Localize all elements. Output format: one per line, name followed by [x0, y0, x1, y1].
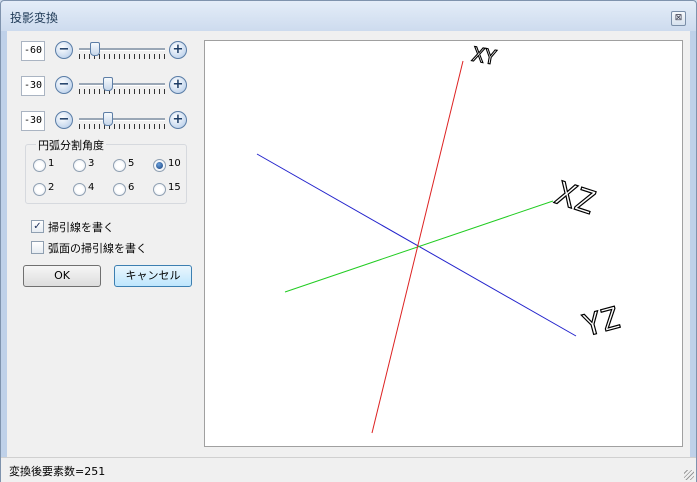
radio-dot	[153, 159, 166, 172]
checkbox-box: ✓	[31, 220, 44, 233]
close-button[interactable]: ⊠	[671, 11, 686, 26]
rotation-slider-1: -60 − +	[21, 41, 191, 63]
radio-label: 2	[48, 182, 55, 193]
radio-label: 1	[48, 158, 55, 169]
radio-dot	[73, 183, 86, 196]
slider-track-3[interactable]	[79, 118, 165, 121]
slider-ticks-2	[79, 89, 165, 94]
red-axis	[371, 60, 464, 434]
arc-angle-group: 円弧分割角度 1 3 5 10 2 4 6 15	[25, 137, 187, 204]
axes-plot: XY XZ YZ	[256, 41, 624, 434]
rotation-value-1[interactable]: -60	[21, 41, 45, 61]
projection-dialog: 投影変換 ⊠ -60 − + -30 − + -30 − + 円弧分割角度 1 …	[0, 0, 697, 482]
radio-dot	[33, 183, 46, 196]
title-bar: 投影変換 ⊠	[1, 1, 696, 31]
decrease-button-3[interactable]: −	[55, 111, 73, 129]
slider-thumb-2[interactable]	[103, 77, 113, 91]
increase-button-2[interactable]: +	[169, 76, 187, 94]
projection-preview[interactable]: XY XZ YZ	[204, 40, 683, 447]
yz-label: YZ	[579, 301, 623, 344]
xz-label: XZ	[551, 174, 599, 222]
slider-ticks-3	[79, 124, 165, 129]
radio-label: 10	[168, 158, 181, 169]
slider-thumb-1[interactable]	[90, 42, 100, 56]
resize-grip-icon[interactable]	[684, 470, 694, 480]
rotation-slider-2: -30 − +	[21, 76, 191, 98]
decrease-button-1[interactable]: −	[55, 41, 73, 59]
checkbox-label: 掃引線を書く	[48, 221, 114, 234]
element-count-status: 変換後要素数=251	[9, 465, 106, 478]
radio-label: 6	[128, 182, 135, 193]
cancel-button[interactable]: キャンセル	[114, 265, 192, 287]
slider-track-2[interactable]	[79, 83, 165, 86]
increase-button-1[interactable]: +	[169, 41, 187, 59]
decrease-button-2[interactable]: −	[55, 76, 73, 94]
radio-dot	[113, 159, 126, 172]
rotation-slider-3: -30 − +	[21, 111, 191, 133]
checkbox-box	[31, 241, 44, 254]
radio-dot	[73, 159, 86, 172]
window-title: 投影変換	[10, 11, 59, 25]
radio-dot	[113, 183, 126, 196]
xy-label: XY	[470, 42, 498, 70]
status-bar: 変換後要素数=251	[1, 457, 696, 482]
dialog-body: -60 − + -30 − + -30 − + 円弧分割角度 1 3 5 10 …	[7, 31, 690, 457]
radio-dot	[153, 183, 166, 196]
green-axis	[284, 200, 554, 293]
slider-thumb-3[interactable]	[103, 112, 113, 126]
rotation-value-2[interactable]: -30	[21, 76, 45, 96]
radio-label: 15	[168, 182, 181, 193]
ok-button[interactable]: OK	[23, 265, 101, 287]
increase-button-3[interactable]: +	[169, 111, 187, 129]
rotation-value-3[interactable]: -30	[21, 111, 45, 131]
arc-angle-label: 円弧分割角度	[36, 137, 106, 153]
checkbox-label: 弧面の掃引線を書く	[48, 242, 147, 255]
blue-axis	[256, 153, 577, 337]
radio-label: 4	[88, 182, 95, 193]
radio-label: 5	[128, 158, 135, 169]
radio-label: 3	[88, 158, 95, 169]
radio-dot	[33, 159, 46, 172]
